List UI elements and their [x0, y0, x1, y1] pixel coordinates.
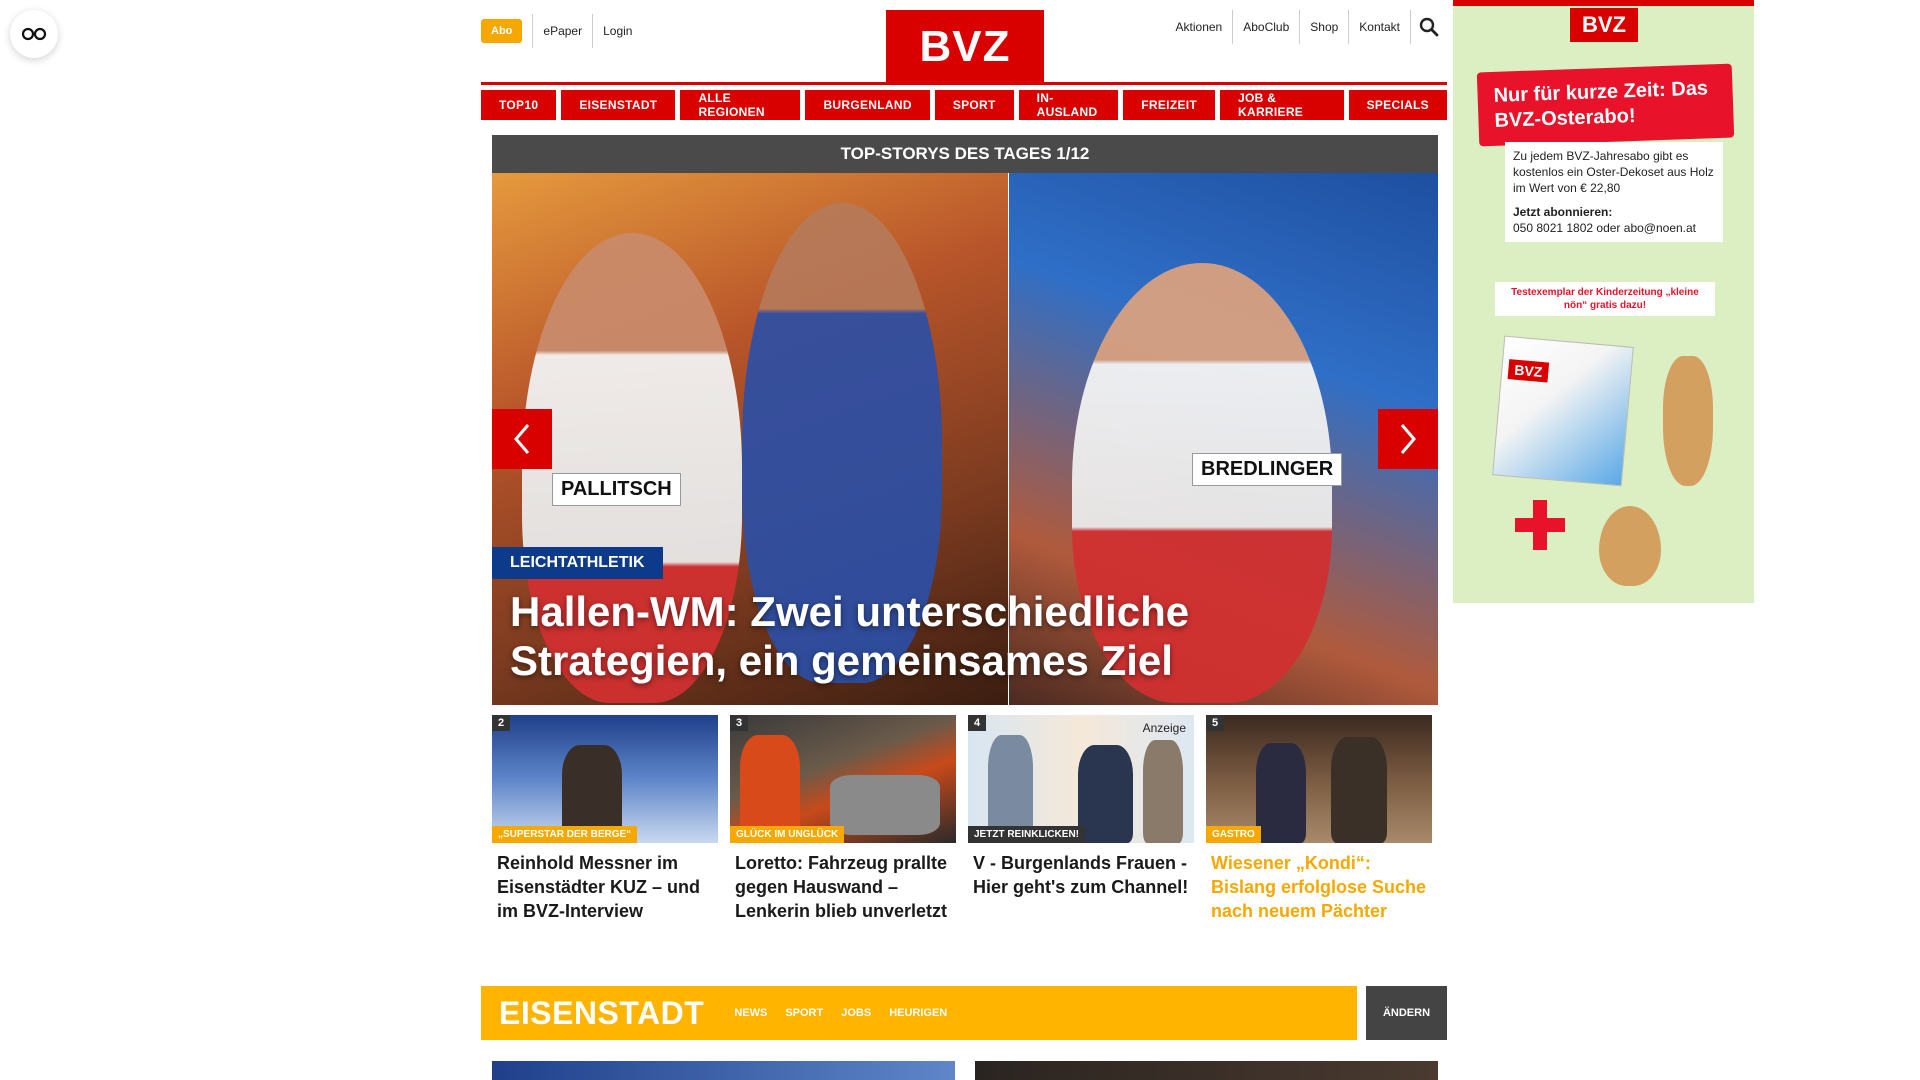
ad-logo: BVZ [1570, 8, 1638, 42]
teaser-image[interactable]: 4 Anzeige JETZT REINKLICKEN! [968, 715, 1194, 843]
nav-item-specials[interactable]: SPECIALS [1348, 90, 1447, 120]
teaser-image[interactable]: 3 GLÜCK IM UNGLÜCK [730, 715, 956, 843]
change-region-button[interactable]: ÄNDERN [1366, 986, 1447, 1040]
search-icon[interactable] [1411, 10, 1447, 44]
nav-item-eisenstadt[interactable]: EISENSTADT [561, 90, 676, 120]
region-link-jobs[interactable]: JOBS [841, 1007, 871, 1019]
person-figure [1331, 737, 1387, 843]
nav-item-job-karriere[interactable]: JOB & KARRIERE [1220, 90, 1344, 120]
nav-item-sport[interactable]: SPORT [934, 90, 1014, 120]
teaser-card[interactable]: 5 GASTRO Wiesener „Kondi“: Bislang erfol… [1206, 715, 1432, 923]
ad-body-text: Zu jedem BVZ-Jahresabo gibt es kostenlos… [1513, 149, 1714, 195]
glasses-icon [21, 27, 47, 41]
teaser-row: 2 „SUPERSTAR DER BERGE“ Reinhold Messner… [492, 715, 1438, 923]
utility-nav-right: Aktionen AboClub Shop Kontakt [1166, 10, 1447, 44]
bunny-decoration [1663, 356, 1713, 486]
race-bib: PALLITSCH [552, 473, 681, 506]
teaser-card[interactable]: 3 GLÜCK IM UNGLÜCK Loretto: Fahrzeug pra… [730, 715, 956, 923]
car-shape [830, 775, 940, 835]
ad-banner[interactable]: BVZ Nur für kurze Zeit: Das BVZ-Osterabo… [1453, 0, 1754, 603]
teaser-number: 5 [1206, 715, 1225, 731]
login-link[interactable]: Login [592, 14, 642, 48]
magazine-image: BVZ [1492, 335, 1634, 487]
chevron-right-icon [1400, 424, 1416, 454]
region-link-heurigen[interactable]: HEURIGEN [889, 1007, 947, 1019]
plus-icon [1515, 500, 1565, 550]
hero-headline[interactable]: Hallen-WM: Zwei unterschiedliche Strateg… [510, 587, 1410, 685]
race-bib: BREDLINGER [1192, 453, 1343, 486]
site-header: Abo ePaper Login BVZ Aktionen AboClub Sh… [481, 0, 1447, 84]
shop-link[interactable]: Shop [1300, 10, 1350, 44]
nav-item-in-ausland[interactable]: IN-AUSLAND [1018, 90, 1119, 120]
article-image[interactable] [975, 1061, 1438, 1080]
teaser-number: 2 [492, 715, 511, 731]
teaser-title[interactable]: V - Burgenlands Frauen - Hier geht's zum… [968, 843, 1194, 899]
ad-cta-title: Jetzt abonnieren: [1513, 205, 1613, 219]
ad-label: Anzeige [1142, 721, 1186, 735]
teaser-category: GLÜCK IM UNGLÜCK [730, 826, 845, 843]
region-link-news[interactable]: NEWS [734, 1007, 767, 1019]
site-logo[interactable]: BVZ [886, 10, 1044, 84]
top-stories-header: TOP-STORYS DES TAGES 1/12 [492, 135, 1438, 173]
teaser-title[interactable]: Reinhold Messner im Eisenstädter KUZ – u… [492, 843, 718, 923]
teaser-category: JETZT REINKLICKEN! [968, 826, 1085, 843]
teaser-category: „SUPERSTAR DER BERGE“ [492, 826, 638, 843]
nav-item-freizeit[interactable]: FREIZEIT [1123, 90, 1216, 120]
chevron-left-icon [514, 424, 530, 454]
page: Abo ePaper Login BVZ Aktionen AboClub Sh… [0, 0, 1920, 1080]
teaser-title[interactable]: Wiesener „Kondi“: Bislang erfolglose Suc… [1206, 843, 1432, 923]
epaper-link[interactable]: ePaper [532, 14, 592, 48]
slider-prev-button[interactable] [492, 409, 552, 469]
aktionen-link[interactable]: Aktionen [1166, 10, 1234, 44]
abo-button[interactable]: Abo [481, 19, 523, 43]
ad-headline: Nur für kurze Zeit: Das BVZ-Osterabo! [1476, 63, 1735, 147]
region-link-sport[interactable]: SPORT [785, 1007, 823, 1019]
teaser-image[interactable]: 2 „SUPERSTAR DER BERGE“ [492, 715, 718, 843]
person-figure [1256, 743, 1306, 843]
region-bar: EISENSTADT NEWS SPORT JOBS HEURIGEN [481, 986, 1357, 1040]
header-divider [481, 82, 1447, 85]
ad-body: Zu jedem BVZ-Jahresabo gibt es kostenlos… [1505, 142, 1723, 242]
utility-nav-left: Abo ePaper Login [481, 14, 642, 48]
ad-test-line: Testexemplar der Kinderzeitung „kleine n… [1495, 282, 1715, 316]
aboclub-link[interactable]: AboClub [1233, 10, 1301, 44]
article-image[interactable] [492, 1061, 955, 1080]
magazine-logo: BVZ [1507, 359, 1550, 383]
hero-slider[interactable]: PALLITSCH BREDLINGER LEICHTATHLETIK Hall… [492, 173, 1438, 705]
hero-category-badge[interactable]: LEICHTATHLETIK [492, 547, 663, 579]
teaser-category: GASTRO [1206, 826, 1261, 843]
teaser-image[interactable]: 5 GASTRO [1206, 715, 1432, 843]
person-figure [1078, 745, 1133, 843]
region-title[interactable]: EISENSTADT [481, 995, 734, 1032]
ad-cta-body: 050 8021 1802 oder abo@noen.at [1513, 221, 1697, 235]
egg-decoration [1599, 506, 1661, 586]
person-figure [1143, 740, 1183, 843]
reader-mode-button[interactable] [10, 10, 58, 58]
teaser-number: 3 [730, 715, 749, 731]
kontakt-link[interactable]: Kontakt [1349, 10, 1411, 44]
teaser-title[interactable]: Loretto: Fahrzeug prallte gegen Hauswand… [730, 843, 956, 923]
nav-item-top10[interactable]: TOP10 [481, 90, 557, 120]
main-nav: TOP10 EISENSTADT ALLE REGIONEN BURGENLAN… [481, 90, 1447, 120]
nav-item-alle-regionen[interactable]: ALLE REGIONEN [680, 90, 801, 120]
teaser-card[interactable]: 4 Anzeige JETZT REINKLICKEN! V - Burgenl… [968, 715, 1194, 923]
teaser-card[interactable]: 2 „SUPERSTAR DER BERGE“ Reinhold Messner… [492, 715, 718, 923]
teaser-number: 4 [968, 715, 987, 731]
nav-item-burgenland[interactable]: BURGENLAND [805, 90, 930, 120]
slider-next-button[interactable] [1378, 409, 1438, 469]
